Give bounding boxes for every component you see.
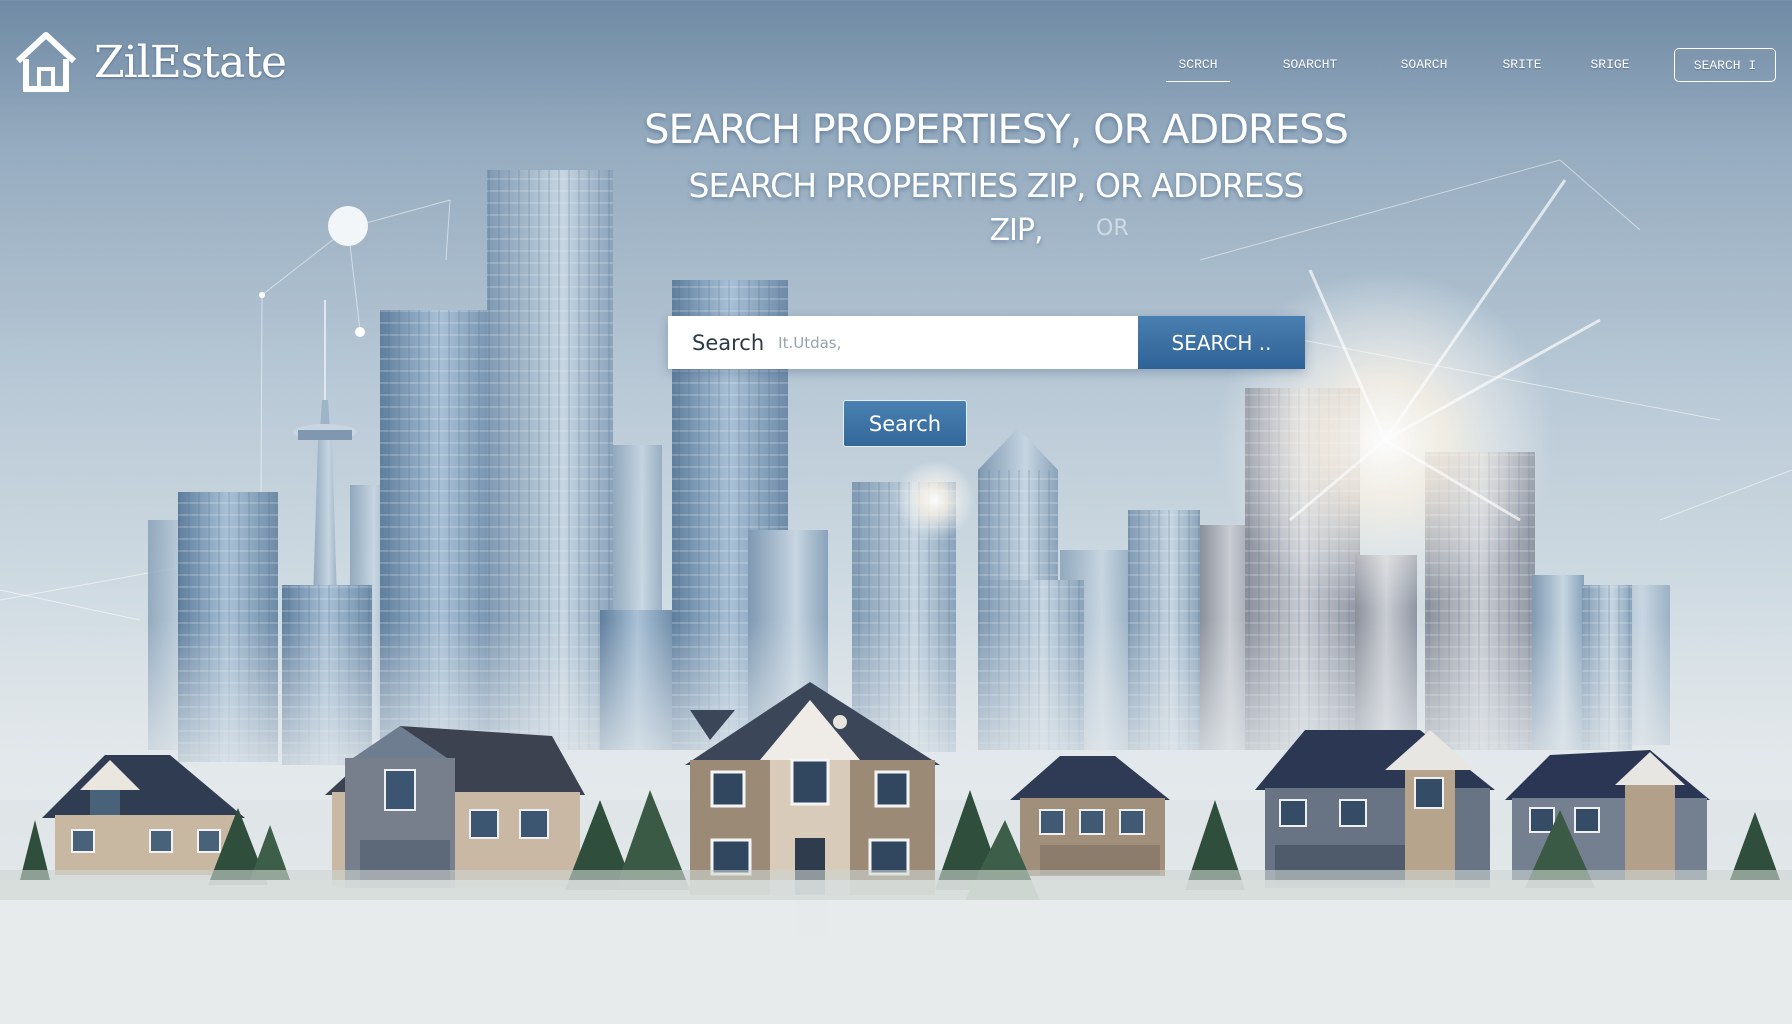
- nav-item-2[interactable]: SOARCHT: [1270, 48, 1350, 82]
- search-input-value: Search: [692, 330, 765, 355]
- secondary-search-button[interactable]: Search: [843, 400, 967, 447]
- nav-item-1[interactable]: SCRCH: [1166, 48, 1230, 82]
- brand-name: ZilEstate: [94, 36, 287, 88]
- hero-skyline-illustration: [0, 159, 1792, 1024]
- search-input[interactable]: Search It.Utdas,: [668, 316, 1138, 369]
- nav-item-4[interactable]: SRITE: [1492, 48, 1552, 82]
- nav-item-5[interactable]: SRIGE: [1580, 48, 1640, 82]
- search-button[interactable]: SEARCH ..: [1138, 316, 1305, 369]
- brand-logo[interactable]: ZilEstate: [12, 28, 287, 96]
- search-input-placeholder: It.Utdas,: [778, 333, 842, 352]
- hero-headline: SEARCH PROPERTIESY, OR ADDRESS: [644, 107, 1349, 153]
- top-nav: SCRCH SOARCHT SOARCH SRITE SRIGE SEARCH …: [1160, 48, 1778, 82]
- nav-item-3[interactable]: SOARCH: [1388, 48, 1460, 82]
- hero-subheadline: SEARCH PROPERTIES ZIP, OR ADDRESS: [688, 166, 1305, 205]
- search-bar: Search It.Utdas, SEARCH ..: [668, 316, 1305, 369]
- house-icon: [15, 32, 77, 92]
- nav-item-search[interactable]: SEARCH I: [1674, 48, 1776, 82]
- hero-subheadline-2: ZIP,: [989, 213, 1043, 248]
- hero-ghost-text: OR: [1096, 216, 1129, 241]
